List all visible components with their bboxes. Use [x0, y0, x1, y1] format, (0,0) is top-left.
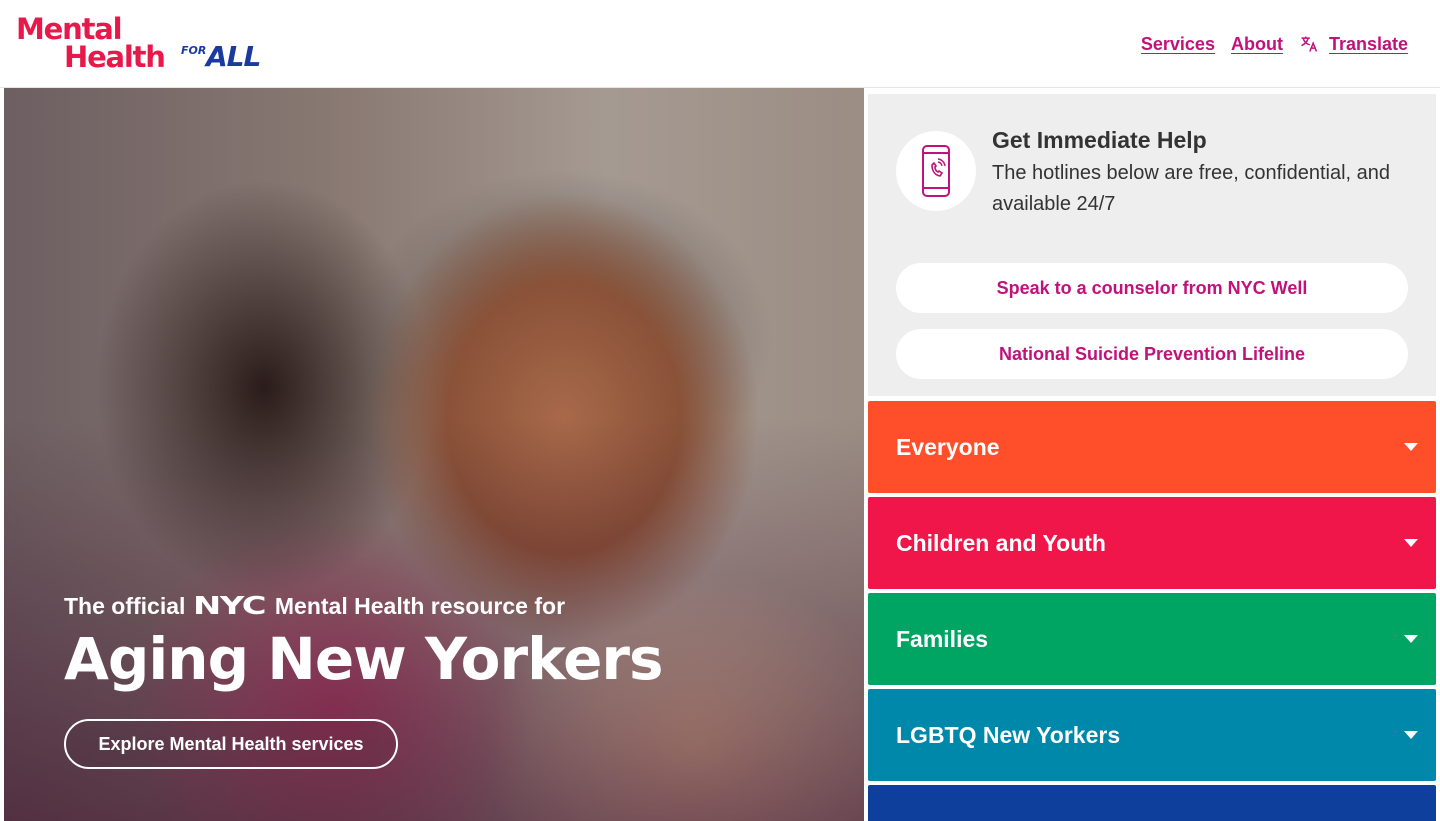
category-label: Families — [896, 626, 989, 652]
category-families[interactable]: Families — [868, 593, 1436, 685]
suicide-prevention-lifeline-button[interactable]: National Suicide Prevention Lifeline — [896, 329, 1408, 379]
nav-link-about[interactable]: About — [1231, 34, 1283, 55]
hero-title: Aging New Yorkers — [64, 625, 664, 693]
chevron-down-icon — [1404, 443, 1418, 451]
category-label: Children and Youth — [896, 530, 1106, 556]
hero-kicker-prefix: The official — [64, 593, 186, 619]
logo-text-for: FOR — [181, 44, 207, 57]
hero-kicker: The official NYC Mental Health resource … — [64, 592, 663, 620]
logo-text-health: Health — [64, 40, 166, 74]
page: Mental Health FOR ALL Services About Tra… — [0, 0, 1440, 821]
translate-control[interactable]: Translate — [1299, 34, 1408, 55]
immediate-help-panel: Get Immediate Help The hotlines below ar… — [868, 94, 1436, 396]
category-everyone[interactable]: Everyone — [868, 401, 1436, 493]
category-children-and-youth[interactable]: Children and Youth — [868, 497, 1436, 589]
site-header: Mental Health FOR ALL Services About Tra… — [0, 0, 1440, 88]
main-nav: Services About Translate — [1141, 32, 1408, 56]
explore-services-button[interactable]: Explore Mental Health services — [64, 719, 398, 769]
phone-icon — [896, 131, 976, 211]
chevron-down-icon — [1404, 539, 1418, 547]
nav-link-services[interactable]: Services — [1141, 34, 1215, 55]
nyc-well-counselor-button[interactable]: Speak to a counselor from NYC Well — [896, 263, 1408, 313]
chevron-down-icon — [1404, 635, 1418, 643]
category-label: Everyone — [896, 434, 1000, 460]
hero-kicker-suffix: Mental Health resource for — [274, 593, 566, 619]
hero-text: The official NYC Mental Health resource … — [64, 592, 664, 694]
category-lgbtq-new-yorkers[interactable]: LGBTQ New Yorkers — [868, 689, 1436, 781]
help-description: The hotlines below are free, confidentia… — [992, 162, 1391, 215]
hero-banner: The official NYC Mental Health resource … — [4, 88, 864, 821]
nav-link-translate[interactable]: Translate — [1329, 34, 1408, 55]
category-label: LGBTQ New Yorkers — [896, 722, 1121, 748]
nyc-logo: NYC — [193, 591, 267, 620]
category-partial[interactable] — [868, 785, 1436, 821]
mental-health-for-all-logo[interactable]: Mental Health FOR ALL — [16, 14, 268, 74]
logo-text-all: ALL — [206, 40, 261, 73]
translate-icon — [1301, 36, 1318, 52]
help-title: Get Immediate Help — [992, 127, 1207, 153]
help-sidebar: Get Immediate Help The hotlines below ar… — [868, 94, 1436, 821]
chevron-down-icon — [1404, 731, 1418, 739]
hero-photo — [4, 88, 864, 821]
